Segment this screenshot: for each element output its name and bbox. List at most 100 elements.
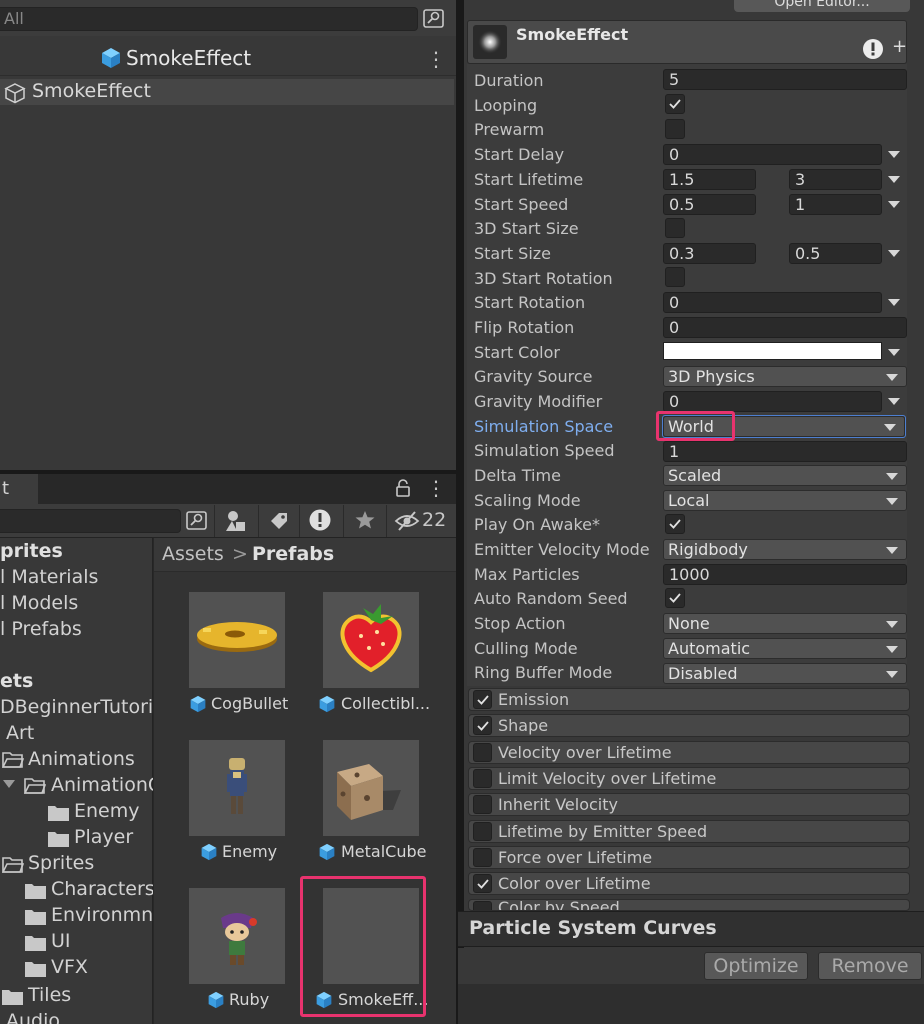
scaling-mode-dropdown[interactable]: Local — [663, 490, 907, 511]
filter-by-type-icon[interactable] — [224, 509, 248, 533]
folder-item[interactable]: DBeginnerTutoria — [0, 696, 165, 718]
start-color-swatch[interactable] — [663, 342, 882, 360]
hierarchy-more-icon[interactable]: ⋮ — [426, 48, 440, 70]
asset-thumbnail-cogbullet[interactable] — [189, 592, 285, 688]
folder-item[interactable]: Enemy — [74, 800, 140, 822]
module-velocity-over-lifetime[interactable]: Velocity over Lifetime — [468, 741, 910, 764]
folder-item[interactable]: Art — [6, 722, 34, 744]
folder-item[interactable]: Player — [74, 826, 133, 848]
folder-item[interactable]: Audio — [6, 1010, 60, 1024]
module-inherit-velocity[interactable]: Inherit Velocity — [468, 793, 910, 816]
stop-action-dropdown[interactable]: None — [663, 613, 907, 634]
panel-divider[interactable] — [456, 0, 464, 1024]
asset-thumbnail-enemy[interactable] — [189, 740, 285, 836]
auto-random-seed-checkbox[interactable] — [665, 588, 685, 608]
module-color-over-lifetime[interactable]: Color over Lifetime — [468, 872, 910, 895]
curve-mode-caret-icon[interactable] — [888, 201, 900, 208]
module-shape[interactable]: Shape — [468, 714, 910, 737]
folder-item[interactable]: VFX — [51, 956, 88, 978]
label-tag-icon[interactable] — [268, 510, 290, 532]
module-force-over-lifetime[interactable]: Force over Lifetime — [468, 846, 910, 869]
module-color-by-speed[interactable]: Color by Speed — [468, 899, 910, 911]
color-mode-caret-icon[interactable] — [888, 349, 900, 356]
module-checkbox[interactable] — [473, 690, 492, 709]
curve-mode-caret-icon[interactable] — [888, 250, 900, 257]
module-checkbox[interactable] — [473, 795, 492, 814]
culling-mode-dropdown[interactable]: Automatic — [663, 638, 907, 659]
start-size-min-field[interactable]: 0.3 — [663, 243, 756, 264]
folder-item[interactable]: l Materials — [0, 566, 98, 588]
looping-checkbox[interactable] — [665, 94, 685, 114]
folder-item[interactable]: prites — [0, 540, 63, 562]
folder-item[interactable]: l Prefabs — [0, 618, 82, 640]
gravity-modifier-field[interactable]: 0 — [663, 391, 882, 412]
breadcrumb-assets[interactable]: Assets — [162, 543, 224, 565]
warning-icon[interactable] — [862, 38, 884, 60]
particle-curves-graph[interactable] — [458, 984, 924, 1024]
start-speed-min-field[interactable]: 0.5 — [663, 194, 756, 215]
breadcrumb-prefabs[interactable]: Prefabs — [252, 543, 334, 565]
3d-start-rotation-checkbox[interactable] — [665, 267, 685, 287]
folder-item[interactable]: Sprites — [28, 852, 94, 874]
gravity-source-dropdown[interactable]: 3D Physics — [663, 366, 907, 387]
warning-filter-icon[interactable] — [308, 508, 332, 532]
asset-thumbnail-ruby[interactable] — [189, 888, 285, 984]
folder-item[interactable]: UI — [51, 930, 71, 952]
expand-arrow-icon[interactable] — [3, 780, 15, 788]
folder-item[interactable]: ets — [0, 670, 33, 692]
module-checkbox[interactable] — [473, 848, 492, 867]
start-lifetime-min-field[interactable]: 1.5 — [663, 169, 756, 190]
curve-mode-caret-icon[interactable] — [888, 398, 900, 405]
search-by-type-icon[interactable] — [185, 510, 209, 532]
module-checkbox[interactable] — [473, 743, 492, 762]
asset-thumbnail-collectible[interactable] — [323, 592, 419, 688]
module-limit-velocity[interactable]: Limit Velocity over Lifetime — [468, 767, 910, 790]
optimize-button[interactable]: Optimize — [704, 952, 808, 980]
curve-mode-caret-icon[interactable] — [888, 299, 900, 306]
play-on-awake-checkbox[interactable] — [665, 514, 685, 534]
start-rotation-field[interactable]: 0 — [663, 292, 882, 313]
folder-item[interactable]: Characters — [51, 878, 153, 900]
search-by-type-icon[interactable] — [422, 8, 446, 30]
emitter-velocity-mode-dropdown[interactable]: Rigidbody — [663, 539, 907, 560]
module-checkbox[interactable] — [473, 901, 492, 910]
lock-icon[interactable] — [394, 478, 412, 498]
curve-mode-caret-icon[interactable] — [888, 151, 900, 158]
prewarm-checkbox[interactable] — [665, 119, 685, 139]
folder-item[interactable]: AnimationC — [51, 774, 153, 796]
delta-time-dropdown[interactable]: Scaled — [663, 465, 907, 486]
max-particles-field[interactable]: 1000 — [663, 564, 907, 585]
add-icon[interactable]: + — [892, 36, 907, 57]
module-lifetime-by-emitter-speed[interactable]: Lifetime by Emitter Speed — [468, 820, 910, 843]
start-delay-field[interactable]: 0 — [663, 144, 882, 165]
remove-button[interactable]: Remove — [818, 952, 922, 980]
prop-label: Stop Action — [474, 614, 566, 633]
folder-item[interactable]: Animations — [28, 748, 135, 770]
simulation-speed-field[interactable]: 1 — [663, 441, 907, 462]
ring-buffer-mode-dropdown[interactable]: Disabled — [663, 663, 907, 684]
module-checkbox[interactable] — [473, 874, 492, 893]
folder-item[interactable]: l Models — [0, 592, 78, 614]
flip-rotation-field[interactable]: 0 — [663, 317, 907, 338]
dropdown-value: Local — [668, 491, 710, 510]
module-emission[interactable]: Emission — [468, 688, 910, 711]
curve-mode-caret-icon[interactable] — [888, 176, 900, 183]
tab-project[interactable]: t — [0, 474, 38, 504]
module-checkbox[interactable] — [473, 769, 492, 788]
folder-item[interactable]: Tiles — [28, 984, 71, 1006]
start-size-max-field[interactable]: 0.5 — [789, 243, 882, 264]
module-checkbox[interactable] — [473, 716, 492, 735]
favorite-star-icon[interactable] — [354, 509, 376, 531]
folder-item[interactable]: Environmne — [51, 904, 153, 926]
hierarchy-search-input[interactable]: All — [0, 7, 418, 31]
hidden-eye-icon[interactable] — [394, 510, 420, 532]
open-editor-button[interactable]: Open Editor... — [734, 0, 910, 12]
module-checkbox[interactable] — [473, 822, 492, 841]
duration-field[interactable]: 5 — [663, 69, 907, 90]
project-more-icon[interactable]: ⋮ — [426, 476, 440, 500]
3d-start-size-checkbox[interactable] — [665, 218, 685, 238]
asset-thumbnail-metalcube[interactable] — [323, 740, 419, 836]
start-speed-max-field[interactable]: 1 — [789, 194, 882, 215]
start-lifetime-max-field[interactable]: 3 — [789, 169, 882, 190]
project-search-input[interactable] — [0, 509, 181, 533]
